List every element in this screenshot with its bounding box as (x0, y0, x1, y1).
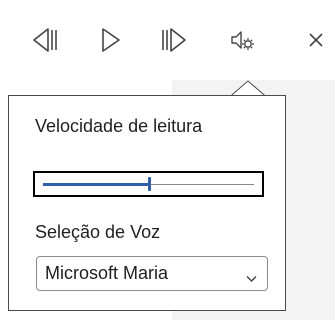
close-button[interactable] (294, 18, 335, 62)
voice-selected-value: Microsoft Maria (45, 263, 169, 283)
play-icon (95, 25, 125, 55)
chevron-down-icon (246, 270, 257, 288)
voice-selection-label: Seleção de Voz (35, 222, 161, 242)
voice-select-dropdown[interactable]: Microsoft Maria (36, 256, 268, 291)
previous-paragraph-icon (31, 25, 61, 55)
next-paragraph-icon (158, 25, 188, 55)
next-paragraph-button[interactable] (151, 18, 195, 62)
previous-paragraph-button[interactable] (24, 18, 68, 62)
reading-speed-label: Velocidade de leitura (35, 116, 203, 136)
voice-settings-flyout: Velocidade de leitura Seleção de Voz Mic… (8, 95, 286, 311)
reading-speed-slider[interactable] (33, 171, 264, 197)
read-aloud-toolbar (0, 0, 335, 80)
slider-fill (43, 183, 149, 186)
voice-settings-button[interactable] (220, 18, 264, 62)
voice-settings-icon (227, 25, 257, 55)
slider-thumb[interactable] (148, 177, 151, 191)
close-icon (306, 30, 326, 50)
play-button[interactable] (88, 18, 132, 62)
